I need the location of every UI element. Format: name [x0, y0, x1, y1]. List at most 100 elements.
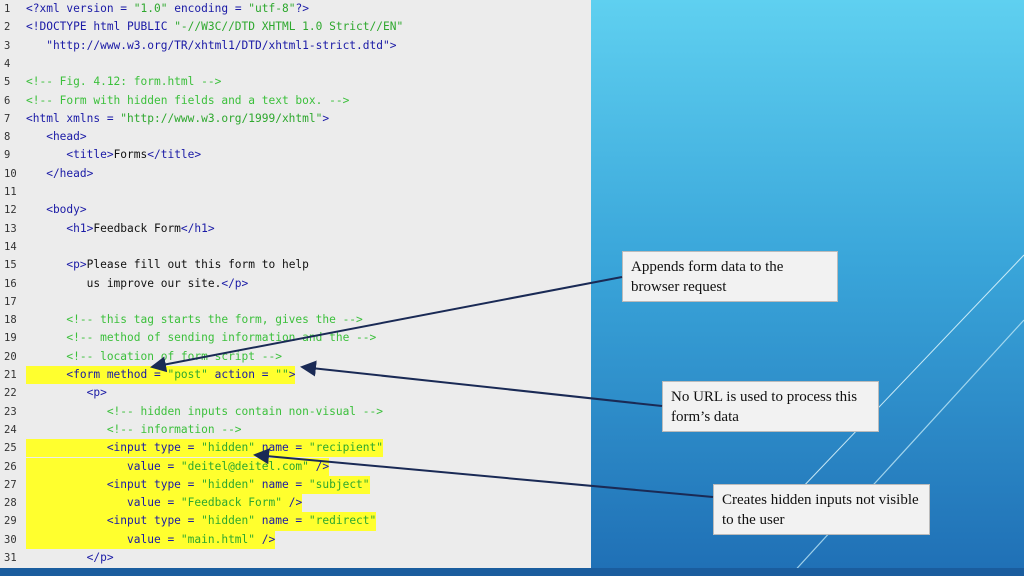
code-text: <title>Forms</title> — [26, 146, 201, 164]
line-number: 29 — [4, 515, 17, 528]
code-token: <!-- information --> — [26, 422, 242, 436]
line-number: 16 — [4, 277, 17, 290]
code-token: <h1> — [26, 221, 94, 235]
code-line: 22 <p> — [0, 384, 591, 402]
code-line: 21 <form method = "post" action = ""> — [0, 366, 591, 385]
code-line: 16 us improve our site.</p> — [0, 275, 591, 293]
code-line: 28 value = "Feedback Form" /> — [0, 494, 591, 513]
code-line: 2 <!DOCTYPE html PUBLIC "-//W3C//DTD XHTM… — [0, 18, 591, 36]
line-number: 13 — [4, 222, 17, 235]
code-token: "hidden" — [201, 441, 256, 455]
line-number: 22 — [4, 387, 17, 400]
line-number: 19 — [4, 332, 17, 345]
code-token: </h1> — [180, 221, 215, 235]
code-listing: 1 <?xml version = "1.0" encoding = "utf-8… — [0, 0, 591, 568]
code-token: <!DOCTYPE html PUBLIC — [26, 20, 175, 34]
code-text: <!-- this tag starts the form, gives the… — [26, 311, 362, 329]
code-token: <p> — [26, 258, 87, 272]
code-text: <p> — [26, 384, 107, 402]
code-token: /> — [255, 532, 276, 546]
code-line: 7 <html xmlns = "http://www.w3.org/1999/x… — [0, 110, 591, 128]
code-text: <!-- Form with hidden fields and a text … — [26, 92, 349, 110]
code-text: <head> — [26, 128, 87, 146]
code-line: 12 <body> — [0, 201, 591, 219]
code-token: <!-- method of sending information and t… — [26, 331, 377, 345]
code-token: <!-- Fig. 4.12: form.html --> — [26, 75, 222, 89]
code-text: <body> — [26, 201, 86, 219]
line-number: 28 — [4, 497, 17, 510]
code-line: 9 <title>Forms</title> — [0, 146, 591, 164]
code-token: Feedback Form — [93, 221, 181, 235]
code-token: <input type = — [26, 477, 202, 491]
callout-append-form-data: Appends form data to the browser request — [622, 251, 838, 302]
code-text: <!DOCTYPE html PUBLIC "-//W3C//DTD XHTML… — [26, 18, 403, 36]
code-text: us improve our site.</p> — [26, 275, 249, 293]
code-line: 24 <!-- information --> — [0, 421, 591, 439]
code-line: 23 <!-- hidden inputs contain non-visual… — [0, 403, 591, 421]
code-token: "hidden" — [201, 477, 256, 491]
code-token: "http://www.w3.org/1999/xhtml" — [120, 111, 323, 125]
line-number: 15 — [4, 259, 17, 272]
code-token: > — [288, 368, 296, 381]
callout-hidden-inputs: Creates hidden inputs not visible to the… — [713, 484, 930, 535]
code-token: <title> — [26, 148, 114, 162]
code-token: <!-- hidden inputs contain non-visual --… — [26, 404, 383, 418]
line-number: 14 — [4, 240, 17, 253]
code-line: 20 <!-- location of form script --> — [0, 348, 591, 366]
code-token: "subject" — [308, 477, 370, 491]
line-number: 11 — [4, 186, 17, 198]
code-text: <!-- location of form script --> — [26, 348, 282, 366]
code-token: ?> — [295, 2, 309, 15]
code-text: <?xml version = "1.0" encoding = "utf-8"… — [26, 0, 309, 18]
line-number: 8 — [4, 131, 11, 144]
code-token: "-//W3C//DTD XHTML 1.0 Strict//EN" — [174, 20, 404, 34]
line-number: 3 — [4, 39, 11, 52]
code-text: <!-- Fig. 4.12: form.html --> — [26, 73, 221, 91]
code-text: <!-- information --> — [26, 421, 242, 439]
code-text: <html xmlns = "http://www.w3.org/1999/xh… — [26, 110, 329, 128]
code-text: value = "Feedback Form" /> — [26, 494, 303, 513]
line-number: 2 — [4, 21, 11, 34]
code-line: 1 <?xml version = "1.0" encoding = "utf-8… — [0, 0, 591, 18]
line-number: 5 — [4, 76, 11, 89]
code-token: /> — [281, 496, 303, 510]
code-token: <?xml version = — [26, 2, 134, 15]
code-token: </p> — [26, 551, 114, 564]
code-text: </head> — [26, 165, 93, 183]
code-text: <input type = "hidden" name = "recipient… — [26, 439, 383, 458]
code-line: 11 — [0, 183, 591, 201]
line-number: 20 — [4, 350, 17, 363]
code-token: > — [322, 111, 330, 125]
code-token: encoding = — [167, 2, 249, 15]
code-token: <!-- Form with hidden fields and a text … — [26, 93, 350, 107]
code-token: "" — [275, 368, 289, 381]
code-token: <html xmlns = — [26, 111, 121, 125]
line-number: 31 — [4, 552, 17, 564]
code-line: 26 value = "deitel@deitel.com" /> — [0, 457, 591, 476]
code-text: <input type = "hidden" name = "subject" — [26, 475, 370, 495]
code-line: 6 <!-- Form with hidden fields and a text… — [0, 92, 591, 110]
code-token: <!-- location of form script --> — [26, 349, 282, 363]
code-token: value = — [26, 496, 181, 510]
line-number: 12 — [4, 204, 17, 217]
code-token: <head> — [26, 130, 87, 144]
code-token: value = — [26, 459, 181, 473]
line-number: 26 — [4, 460, 17, 473]
code-text: </p> — [26, 549, 114, 567]
code-token: <p> — [26, 386, 107, 400]
code-token: "utf-8" — [248, 2, 296, 15]
code-line: 4 — [0, 55, 591, 73]
line-number: 17 — [4, 295, 17, 308]
code-line: 25 <input type = "hidden" name = "recipi… — [0, 439, 591, 458]
code-line: 15 <p>Please fill out this form to help — [0, 256, 591, 274]
code-token: "redirect" — [308, 514, 377, 528]
code-text: "http://www.w3.org/TR/xhtml1/DTD/xhtml1-… — [26, 37, 396, 55]
code-line: 27 <input type = "hidden" name = "subjec… — [0, 475, 591, 495]
code-text: <!-- method of sending information and t… — [26, 329, 376, 347]
code-token: "hidden" — [201, 514, 256, 528]
line-number: 10 — [4, 167, 17, 180]
code-line: 29 <input type = "hidden" name = "redire… — [0, 512, 591, 531]
code-token: </p> — [221, 276, 249, 290]
line-number: 23 — [4, 405, 17, 418]
code-line: 17 — [0, 293, 591, 311]
